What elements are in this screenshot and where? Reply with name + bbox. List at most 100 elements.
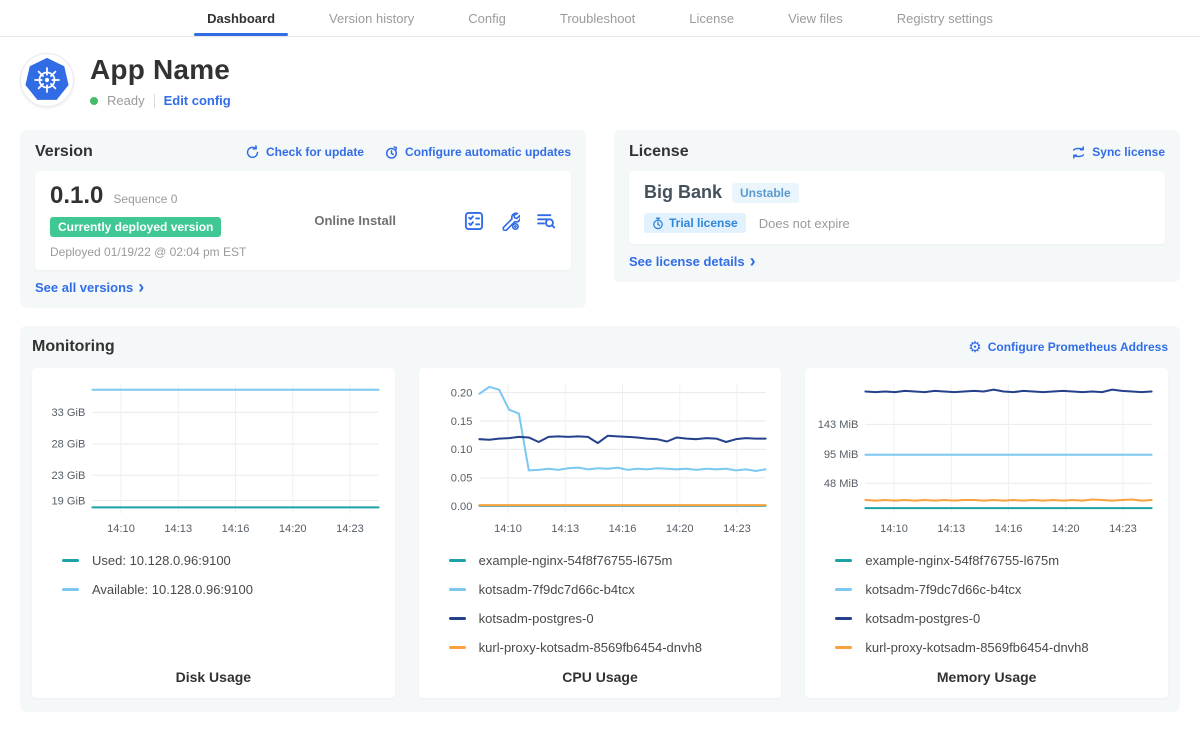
svg-text:14:20: 14:20 (666, 523, 694, 535)
status-dot (90, 97, 98, 105)
legend-label: kurl-proxy-kotsadm-8569fb6454-dnvh8 (479, 640, 702, 655)
legend-item: example-nginx-54f8f76755-l675m (835, 553, 1160, 568)
sync-license-link[interactable]: Sync license (1071, 145, 1165, 160)
version-number: 0.1.0 (50, 182, 103, 210)
svg-text:14:20: 14:20 (279, 523, 307, 535)
configure-automatic-updates-link[interactable]: Configure automatic updates (384, 145, 571, 160)
legend-item: kotsadm-7f9dc7d66c-b4tcx (449, 582, 774, 597)
monitoring-title: Monitoring (32, 338, 115, 356)
legend-item: Used: 10.128.0.96:9100 (62, 553, 387, 568)
legend-color-dash (835, 617, 852, 620)
refresh-icon (245, 145, 260, 160)
legend-label: kurl-proxy-kotsadm-8569fb6454-dnvh8 (865, 640, 1088, 655)
chart-title: Memory Usage (813, 669, 1160, 685)
legend-color-dash (835, 646, 852, 649)
view-logs-icon[interactable] (536, 211, 556, 231)
legend-color-dash (835, 559, 852, 562)
svg-text:0.20: 0.20 (450, 387, 472, 399)
legend-color-dash (62, 559, 79, 562)
deployed-timestamp: Deployed 01/19/22 @ 02:04 pm EST (50, 245, 314, 259)
channel-badge: Unstable (732, 183, 799, 203)
svg-text:0.15: 0.15 (450, 416, 472, 428)
legend-item: example-nginx-54f8f76755-l675m (449, 553, 774, 568)
cpu-usage-plot: 0.200.150.100.050.0014:1014:1314:1614:20… (427, 376, 774, 545)
tab-view-files[interactable]: View files (761, 0, 870, 36)
tab-version-history[interactable]: Version history (302, 0, 441, 36)
svg-text:19 GiB: 19 GiB (51, 495, 85, 507)
page-title: App Name (90, 54, 231, 86)
svg-text:14:10: 14:10 (494, 523, 522, 535)
line-chart-svg: 143 MiB 95 MiB 48 MiB 14:10 14:13 14:16 14:20 1… (813, 376, 1160, 545)
app-logo (20, 53, 74, 107)
license-card-title: License (629, 143, 689, 161)
check-for-update-link[interactable]: Check for update (245, 145, 364, 160)
preflight-checks-icon[interactable] (464, 211, 484, 231)
legend-color-dash (449, 588, 466, 591)
legend-item: kurl-proxy-kotsadm-8569fb6454-dnvh8 (835, 640, 1160, 655)
disk-usage-legend: Used: 10.128.0.96:9100 Available: 10.128.… (40, 553, 387, 597)
license-name: Big Bank (644, 182, 722, 203)
legend-label: Used: 10.128.0.96:9100 (92, 553, 231, 568)
version-card-title: Version (35, 143, 93, 161)
gear-icon: ⚙ (968, 340, 981, 355)
svg-text:14:16: 14:16 (995, 523, 1023, 535)
tab-license[interactable]: License (662, 0, 761, 36)
svg-text:48 MiB: 48 MiB (824, 478, 858, 490)
see-all-versions-link[interactable]: See all versions › (35, 280, 571, 295)
memory-usage-legend: example-nginx-54f8f76755-l675m kotsadm-7f… (813, 553, 1160, 655)
cpu-usage-card: 0.200.150.100.050.0014:1014:1314:1614:20… (419, 368, 782, 698)
legend-item: kotsadm-postgres-0 (449, 611, 774, 626)
legend-label: example-nginx-54f8f76755-l675m (479, 553, 673, 568)
legend-item: kotsadm-postgres-0 (835, 611, 1160, 626)
tab-troubleshoot[interactable]: Troubleshoot (533, 0, 662, 36)
disk-usage-card: 33 GiB28 GiB23 GiB19 GiB14:1014:1314:161… (32, 368, 395, 698)
svg-text:33 GiB: 33 GiB (51, 407, 85, 419)
svg-text:0.00: 0.00 (450, 501, 472, 513)
svg-text:14:10: 14:10 (881, 523, 909, 535)
svg-text:143 MiB: 143 MiB (818, 419, 859, 431)
svg-text:23 GiB: 23 GiB (51, 470, 85, 482)
top-nav-tabs: DashboardVersion historyConfigTroublesho… (0, 0, 1200, 37)
app-header: App Name Ready Edit config (0, 37, 1200, 108)
svg-text:14:10: 14:10 (107, 523, 135, 535)
svg-text:14:13: 14:13 (164, 523, 192, 535)
legend-color-dash (449, 646, 466, 649)
legend-label: kotsadm-postgres-0 (865, 611, 980, 626)
sync-icon (1071, 145, 1086, 160)
svg-text:95 MiB: 95 MiB (824, 449, 858, 461)
schedule-update-icon (384, 145, 399, 160)
tab-dashboard[interactable]: Dashboard (180, 0, 302, 36)
kubernetes-helm-icon (24, 57, 70, 103)
configure-prometheus-link[interactable]: ⚙ Configure Prometheus Address (968, 340, 1168, 355)
expiry-text: Does not expire (759, 216, 850, 231)
configure-wrench-icon[interactable] (500, 211, 520, 231)
status-text: Ready (107, 93, 145, 108)
legend-label: kotsadm-postgres-0 (479, 611, 594, 626)
legend-label: example-nginx-54f8f76755-l675m (865, 553, 1059, 568)
trial-license-badge: Trial license (644, 213, 746, 233)
legend-color-dash (449, 617, 466, 620)
svg-text:28 GiB: 28 GiB (51, 439, 85, 451)
see-license-details-link[interactable]: See license details › (629, 254, 1165, 269)
svg-text:14:20: 14:20 (1052, 523, 1080, 535)
line-chart-svg: 33 GiB28 GiB23 GiB19 GiB14:1014:1314:161… (40, 376, 387, 545)
memory-usage-plot: 143 MiB 95 MiB 48 MiB 14:10 14:13 14:16 14:20 1… (813, 376, 1160, 545)
chart-title: Disk Usage (40, 669, 387, 685)
svg-text:0.05: 0.05 (450, 473, 472, 485)
edit-config-link[interactable]: Edit config (164, 93, 231, 108)
tab-config[interactable]: Config (441, 0, 533, 36)
memory-usage-card: 143 MiB 95 MiB 48 MiB 14:10 14:13 14:16 14:20 1… (805, 368, 1168, 698)
svg-text:14:13: 14:13 (938, 523, 966, 535)
svg-text:0.10: 0.10 (450, 444, 472, 456)
legend-color-dash (835, 588, 852, 591)
legend-label: Available: 10.128.0.96:9100 (92, 582, 253, 597)
legend-color-dash (62, 588, 79, 591)
tab-registry-settings[interactable]: Registry settings (870, 0, 1020, 36)
stopwatch-icon (652, 217, 664, 230)
deployed-badge: Currently deployed version (50, 217, 221, 237)
divider (154, 94, 155, 108)
svg-text:14:23: 14:23 (1109, 523, 1137, 535)
legend-item: kotsadm-7f9dc7d66c-b4tcx (835, 582, 1160, 597)
license-card: License Sync license Big Bank Unstable (614, 130, 1180, 282)
disk-usage-plot: 33 GiB28 GiB23 GiB19 GiB14:1014:1314:161… (40, 376, 387, 545)
